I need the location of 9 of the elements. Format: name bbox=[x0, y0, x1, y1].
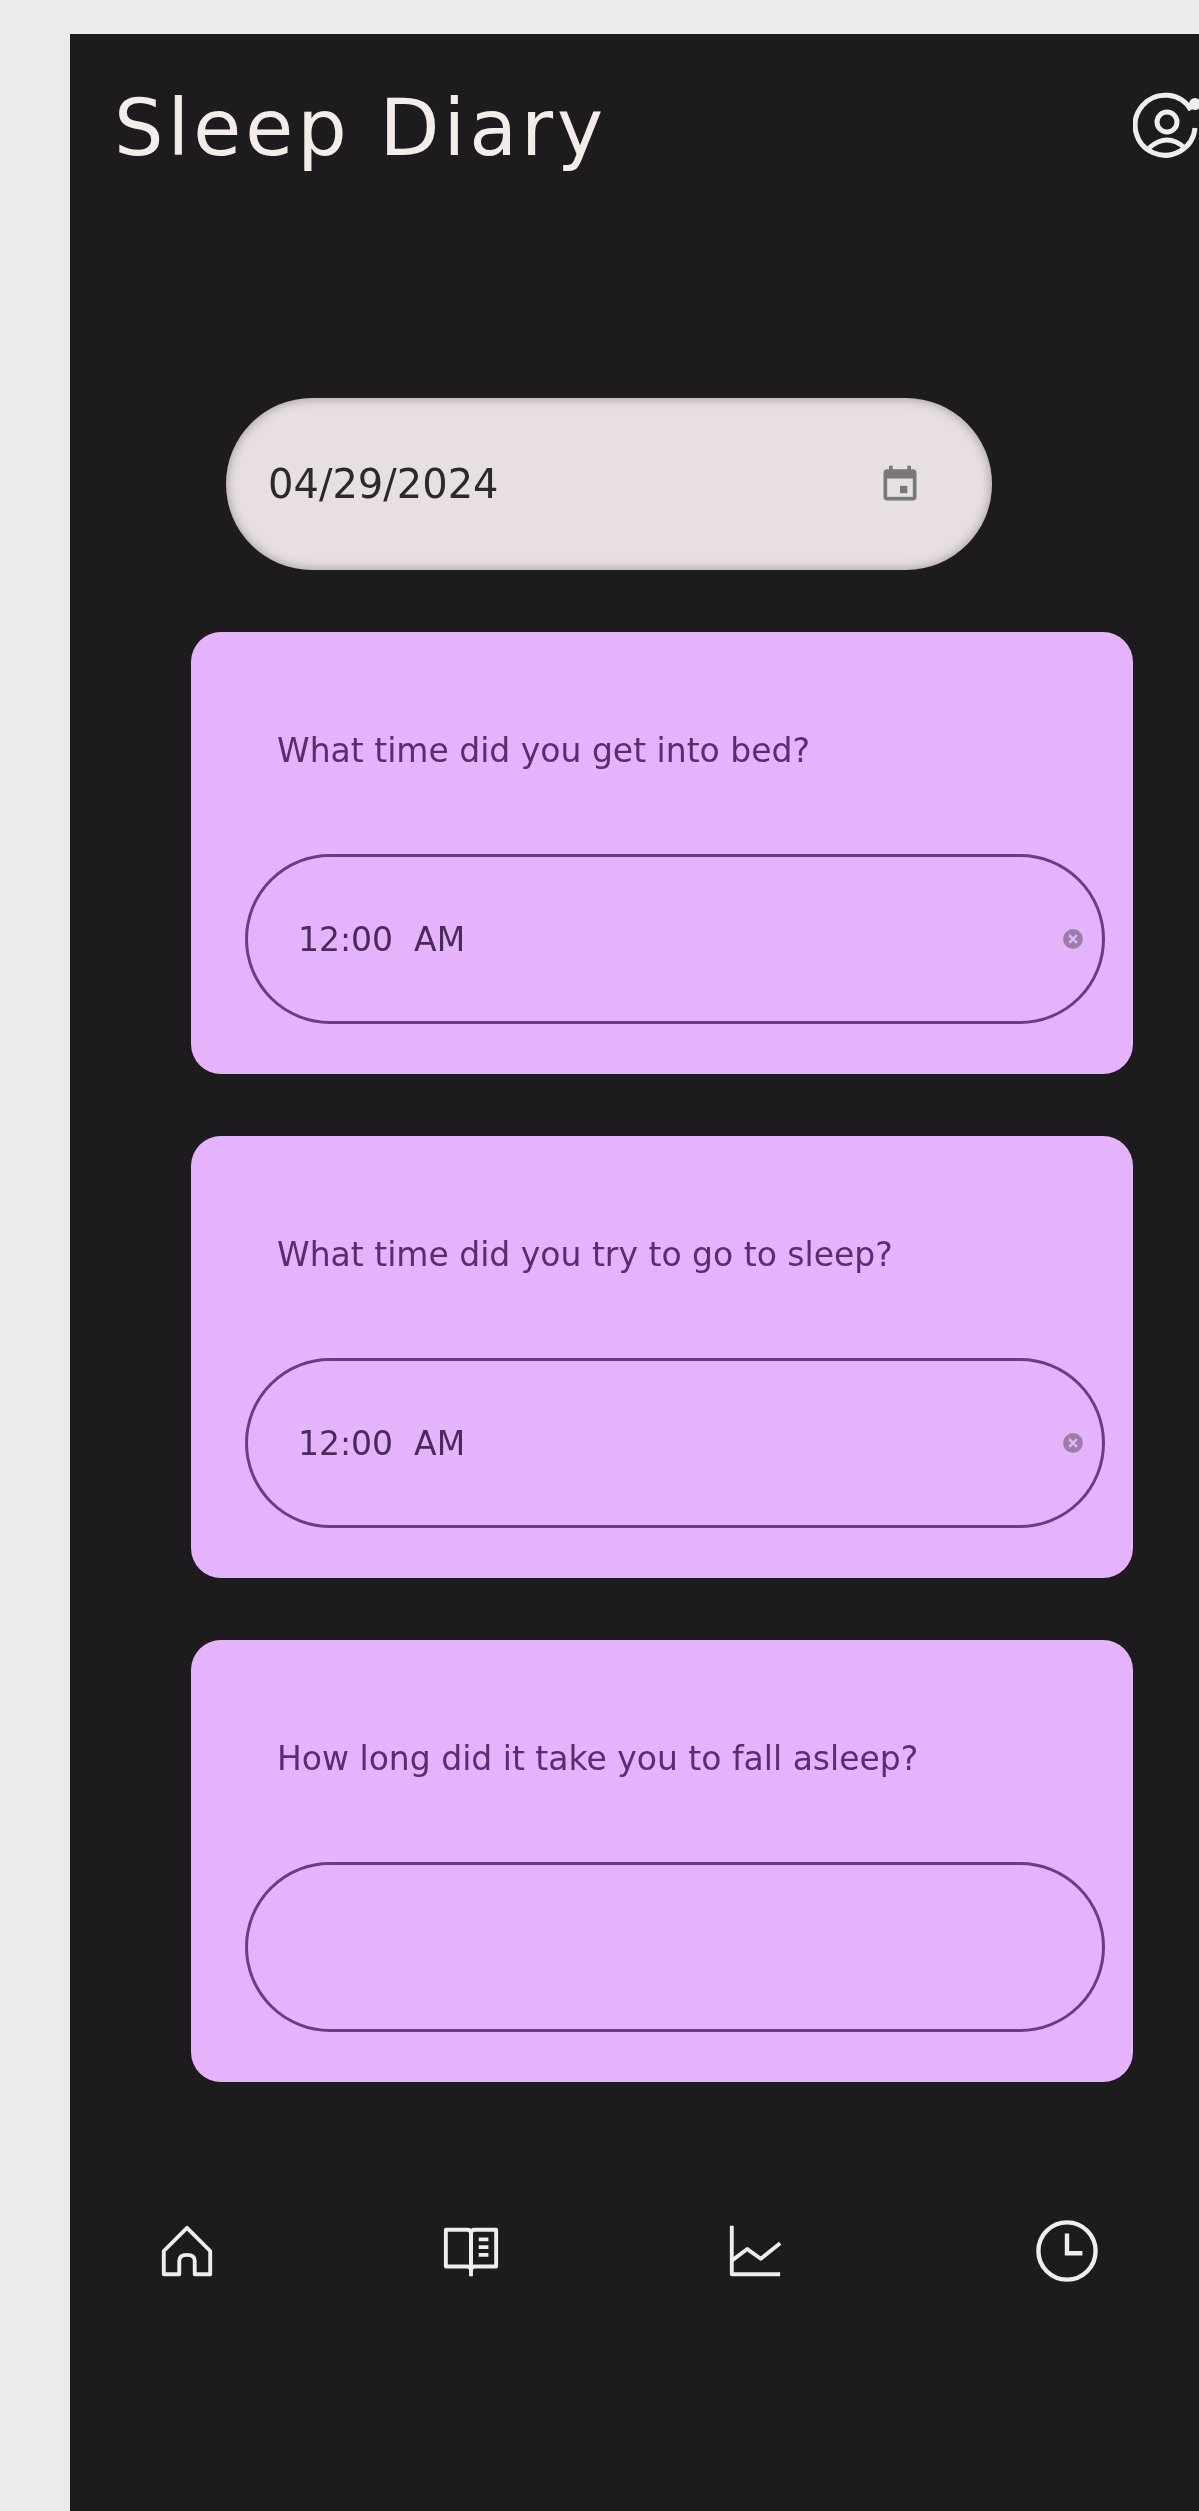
time-field[interactable]: 12:00 AM bbox=[245, 1358, 1105, 1528]
app-title: Sleep Diary bbox=[114, 83, 608, 173]
question-text: What time did you get into bed? bbox=[277, 730, 811, 772]
question-text: How long did it take you to fall asleep? bbox=[277, 1738, 920, 1780]
clock-icon[interactable] bbox=[1034, 2218, 1100, 2284]
time-field[interactable]: 12:00 AM bbox=[245, 854, 1105, 1024]
date-field[interactable]: 04/29/2024 bbox=[226, 398, 992, 570]
input-field[interactable] bbox=[245, 1862, 1105, 2032]
question-text: What time did you try to go to sleep? bbox=[277, 1234, 894, 1276]
